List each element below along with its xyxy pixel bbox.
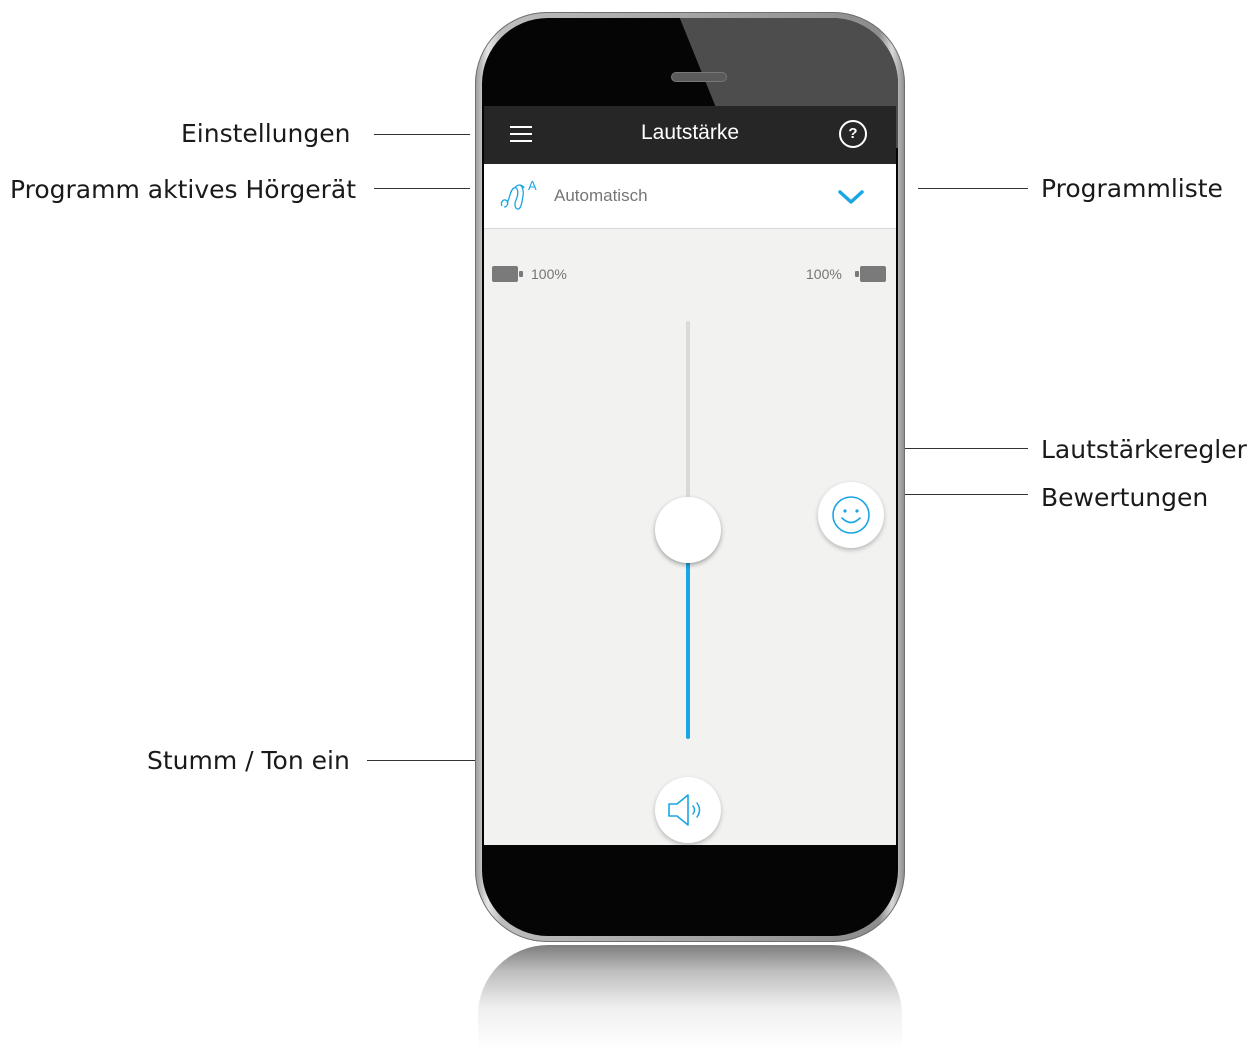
battery-right-level: 100% [806, 266, 842, 282]
program-selector[interactable]: A Automatisch [484, 164, 896, 229]
callout-settings-line [374, 134, 470, 135]
help-icon[interactable]: ? [839, 120, 867, 148]
chevron-down-icon[interactable] [836, 189, 866, 205]
callout-program-list-line [918, 188, 1028, 189]
earpiece-speaker [671, 72, 727, 82]
program-name: Automatisch [554, 186, 648, 205]
smiley-icon [832, 496, 870, 534]
callout-active-program: Programm aktives Hörgerät [10, 175, 357, 204]
callout-mute: Stumm / Ton ein [147, 746, 350, 775]
battery-left-level: 100% [531, 266, 567, 282]
phone-reflection [478, 945, 902, 1049]
volume-slider-thumb[interactable] [655, 497, 721, 563]
hearing-aid-automatic-icon: A [500, 178, 537, 210]
callout-active-program-line [374, 188, 470, 189]
rating-button[interactable] [818, 482, 884, 548]
app-screen: Lautstärke ? A Automatisch 100% 100% [484, 106, 896, 845]
callout-volume-control: Lautstärkeregler [1041, 435, 1247, 464]
page-title: Lautstärke [640, 121, 740, 144]
callout-ratings-line [890, 494, 1028, 495]
top-app-bar: Lautstärke ? [484, 106, 896, 164]
callout-ratings: Bewertungen [1041, 483, 1209, 512]
battery-left-icon [492, 266, 524, 282]
callout-settings: Einstellungen [181, 119, 351, 148]
speaker-icon [668, 794, 701, 826]
callout-program-list: Programmliste [1041, 174, 1223, 203]
mute-button[interactable] [655, 777, 721, 843]
battery-right-icon [855, 266, 887, 282]
svg-text:A: A [528, 178, 537, 193]
